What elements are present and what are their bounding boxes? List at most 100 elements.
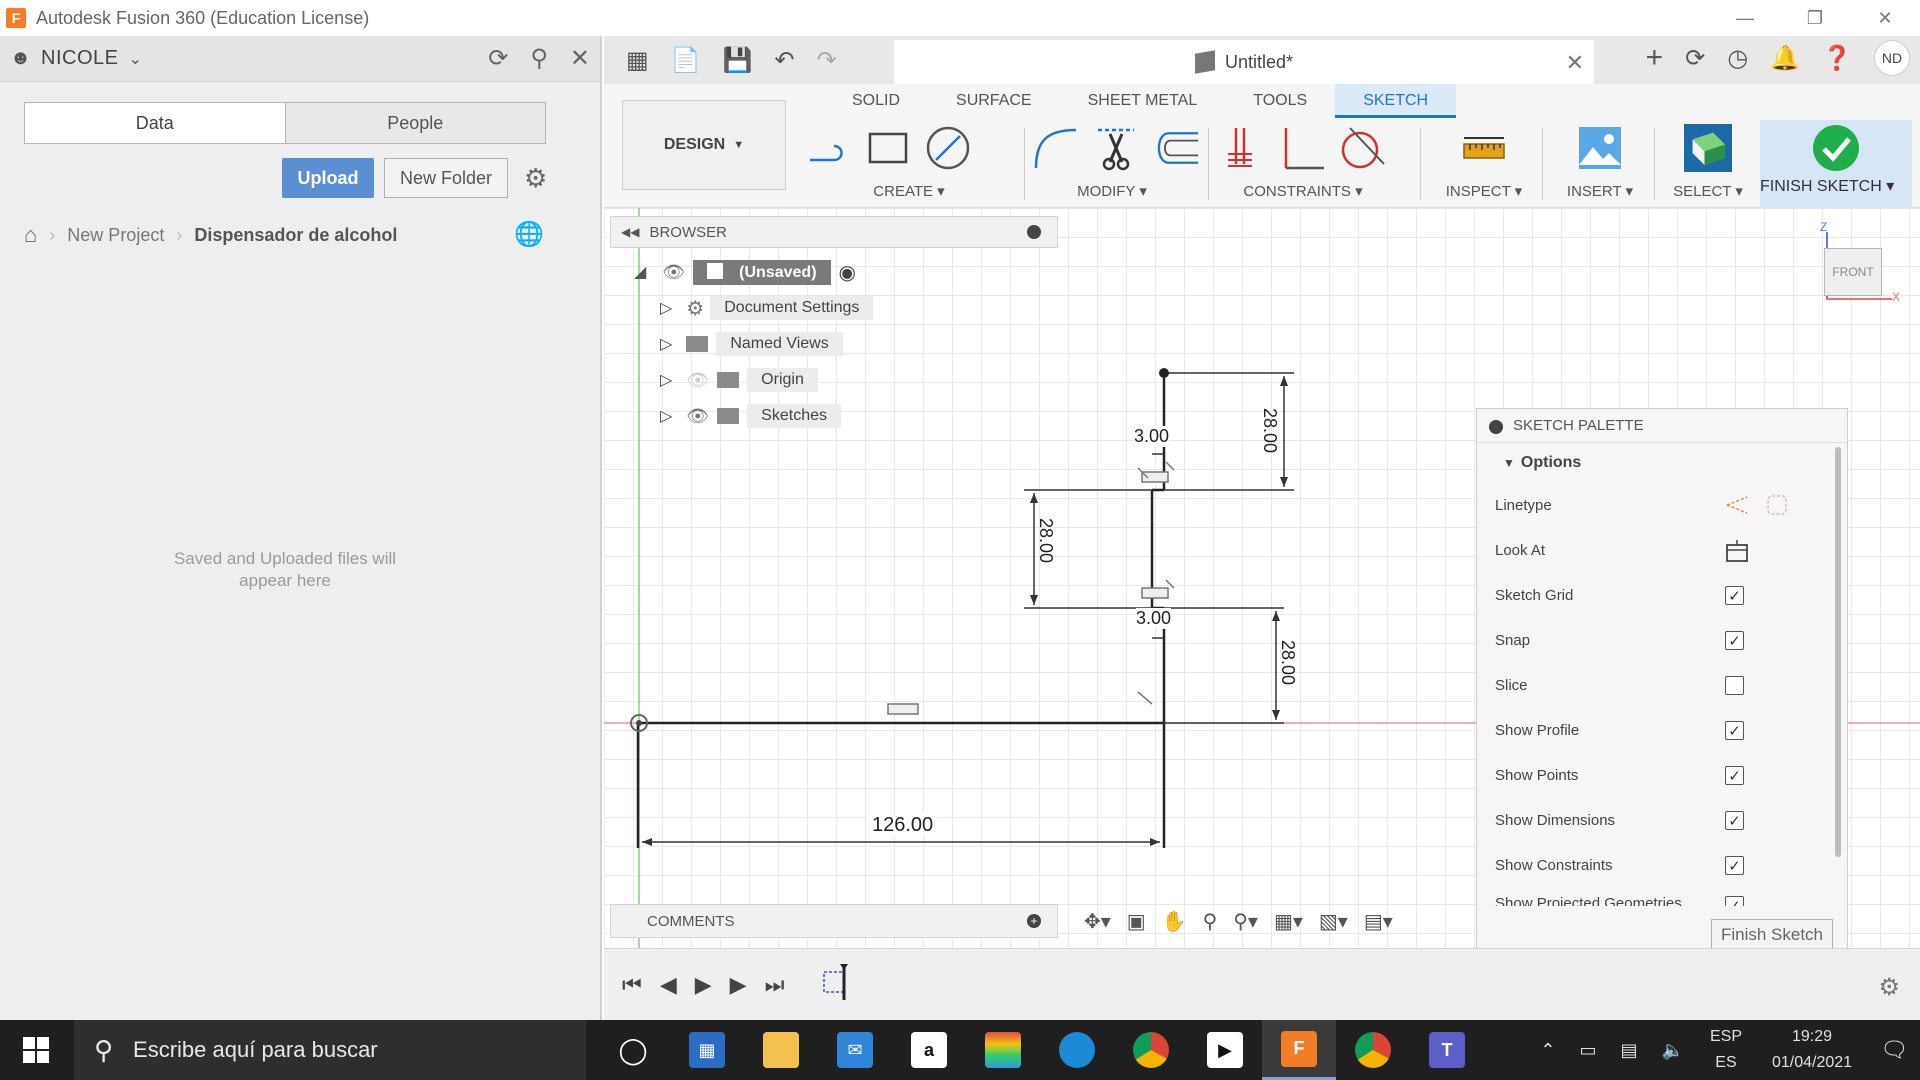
tab-sketch[interactable]: SKETCH (1335, 84, 1457, 118)
user-name[interactable]: NICOLE (41, 47, 118, 70)
chrome-profile-icon[interactable] (1336, 1020, 1410, 1080)
show-profile-checkbox[interactable]: ✓ (1725, 721, 1744, 740)
offset-icon[interactable] (1152, 124, 1200, 172)
finish-sketch-group[interactable]: FINISH SKETCH ▾ (1760, 120, 1912, 208)
minimize-palette-icon[interactable] (1489, 420, 1503, 434)
palette-scrollbar[interactable] (1835, 447, 1841, 857)
slice-checkbox[interactable] (1725, 676, 1744, 695)
show-points-checkbox[interactable]: ✓ (1725, 766, 1744, 785)
grid-menu-icon[interactable]: ▦ (626, 46, 649, 75)
dimension-mid-height[interactable]: 28.00 (1035, 518, 1056, 563)
close-document-icon[interactable]: ✕ (1566, 50, 1584, 76)
look-at-icon[interactable] (1725, 539, 1749, 567)
document-tab[interactable]: Untitled* ✕ (894, 40, 1594, 84)
display-settings-icon[interactable]: ▦▾ (1274, 909, 1303, 934)
sketch-grid-checkbox[interactable]: ✓ (1725, 586, 1744, 605)
gear-icon[interactable]: ⚙ (524, 163, 547, 194)
tree-root[interactable]: ◢ 👁 (Unsaved) ◉ (634, 258, 856, 286)
create-label[interactable]: CREATE ▾ (804, 182, 1014, 200)
workspace-switcher[interactable]: DESIGN ▼ (622, 100, 786, 190)
sketch-palette-header[interactable]: SKETCH PALETTE (1477, 409, 1847, 443)
volume-icon[interactable]: 🔈 (1662, 1040, 1684, 1061)
select-label[interactable]: SELECT ▾ (1658, 182, 1758, 200)
upload-button[interactable]: Upload (282, 158, 374, 198)
centerline-icon[interactable] (1765, 493, 1789, 517)
dimension-top-width[interactable]: 3.00 (1134, 426, 1170, 447)
expand-icon[interactable]: ▷ (660, 406, 672, 426)
grid-settings-icon[interactable]: ▧▾ (1319, 909, 1348, 934)
file-icon[interactable]: 📄 (671, 46, 701, 75)
mail-icon[interactable]: ✉ (818, 1020, 892, 1080)
restore-button[interactable]: ❐ (1780, 0, 1850, 36)
circle-icon[interactable] (924, 124, 972, 172)
snap-checkbox[interactable]: ✓ (1725, 631, 1744, 650)
dimension-mid-width[interactable]: 3.00 (1136, 608, 1172, 629)
dimension-top-height[interactable]: 28.00 (1259, 408, 1280, 453)
timeline-gear-icon[interactable]: ⚙ (1878, 973, 1900, 1002)
pan-icon[interactable]: ✋ (1162, 909, 1187, 934)
chrome-icon[interactable] (1114, 1020, 1188, 1080)
show-projected-checkbox[interactable]: ✓ (1725, 896, 1744, 906)
orbit-icon[interactable]: ✥▾ (1084, 909, 1111, 934)
input-language[interactable]: ESP ES (1710, 1024, 1742, 1076)
tray-chevron-icon[interactable]: ⌃ (1540, 1040, 1555, 1061)
tangent-constraint-icon[interactable] (1338, 124, 1386, 172)
sketch-timeline-icon[interactable] (820, 962, 856, 1008)
measure-icon[interactable] (1460, 124, 1508, 172)
tree-item-document-settings[interactable]: ▷ ⚙ Document Settings (660, 294, 874, 322)
battery-icon[interactable]: ▭ (1580, 1040, 1597, 1061)
home-icon[interactable]: ⌂ (24, 222, 37, 248)
expand-icon[interactable]: ◢ (634, 262, 646, 282)
go-to-start-icon[interactable]: ⏮ (622, 972, 642, 998)
fit-icon[interactable]: ⚲▾ (1233, 909, 1258, 934)
notifications-icon[interactable]: 🗨 (1880, 1037, 1908, 1063)
eye-hidden-icon[interactable]: 👁 (686, 370, 709, 391)
add-comment-icon[interactable]: + (1027, 914, 1041, 928)
tab-data[interactable]: Data (25, 103, 286, 143)
expand-icon[interactable]: ▷ (660, 298, 672, 318)
new-tab-icon[interactable]: + (1646, 41, 1664, 75)
minimize-browser-icon[interactable] (1027, 225, 1041, 239)
task-view-icon[interactable]: ◯ (596, 1020, 670, 1080)
taskbar-search[interactable]: ⚲ Escribe aquí para buscar (74, 1020, 586, 1080)
close-panel-icon[interactable]: ✕ (570, 44, 590, 73)
job-status-icon[interactable]: ◷ (1727, 44, 1748, 73)
tab-solid[interactable]: SOLID (824, 84, 928, 118)
chevron-down-icon[interactable]: ⌄ (129, 49, 142, 69)
activate-radio-icon[interactable]: ◉ (839, 260, 856, 285)
dimension-low-height[interactable]: 28.00 (1277, 640, 1298, 685)
minimize-button[interactable]: — (1710, 0, 1780, 36)
inspect-label[interactable]: INSPECT ▾ (1434, 182, 1534, 200)
new-folder-button[interactable]: New Folder (384, 158, 508, 198)
tab-surface[interactable]: SURFACE (928, 84, 1060, 118)
teams-icon[interactable]: T (1410, 1020, 1484, 1080)
eye-icon[interactable]: 👁 (662, 262, 685, 283)
edge-icon[interactable] (1040, 1020, 1114, 1080)
dimension-base-width[interactable]: 126.00 (868, 814, 938, 837)
layers-app-icon[interactable] (966, 1020, 1040, 1080)
tree-item-named-views[interactable]: ▷ Named Views (660, 330, 843, 358)
perpendicular-constraint-icon[interactable] (1278, 124, 1326, 172)
insert-label[interactable]: INSERT ▾ (1550, 182, 1650, 200)
horizontal-vertical-constraint-icon[interactable] (1218, 124, 1266, 172)
undo-icon[interactable]: ↶ (774, 46, 794, 75)
rectangle-icon[interactable] (864, 124, 912, 172)
breadcrumb-project[interactable]: New Project (67, 225, 164, 246)
fusion360-taskbar-icon[interactable]: F (1262, 1020, 1336, 1080)
clock[interactable]: 19:29 01/04/2021 (1772, 1024, 1852, 1076)
construction-line-icon[interactable] (1725, 493, 1749, 517)
select-icon[interactable] (1684, 124, 1732, 172)
tab-sheet-metal[interactable]: SHEET METAL (1060, 84, 1226, 118)
collapse-icon[interactable]: ◀◀ (621, 225, 639, 239)
finish-sketch-button[interactable]: Finish Sketch (1711, 919, 1833, 951)
sketch-profile[interactable] (636, 373, 1166, 848)
show-dimensions-checkbox[interactable]: ✓ (1725, 811, 1744, 830)
network-icon[interactable]: ▤ (1621, 1040, 1638, 1061)
tab-tools[interactable]: TOOLS (1225, 84, 1335, 118)
look-at-icon[interactable]: ▣ (1127, 909, 1146, 934)
step-forward-icon[interactable]: ▶ (730, 972, 747, 998)
notifications-icon[interactable]: 🔔 (1770, 44, 1800, 73)
tree-root-label[interactable]: (Unsaved) (693, 259, 831, 285)
search-icon[interactable]: ⚲ (530, 44, 548, 73)
view-cube-front[interactable]: FRONT (1824, 248, 1882, 296)
